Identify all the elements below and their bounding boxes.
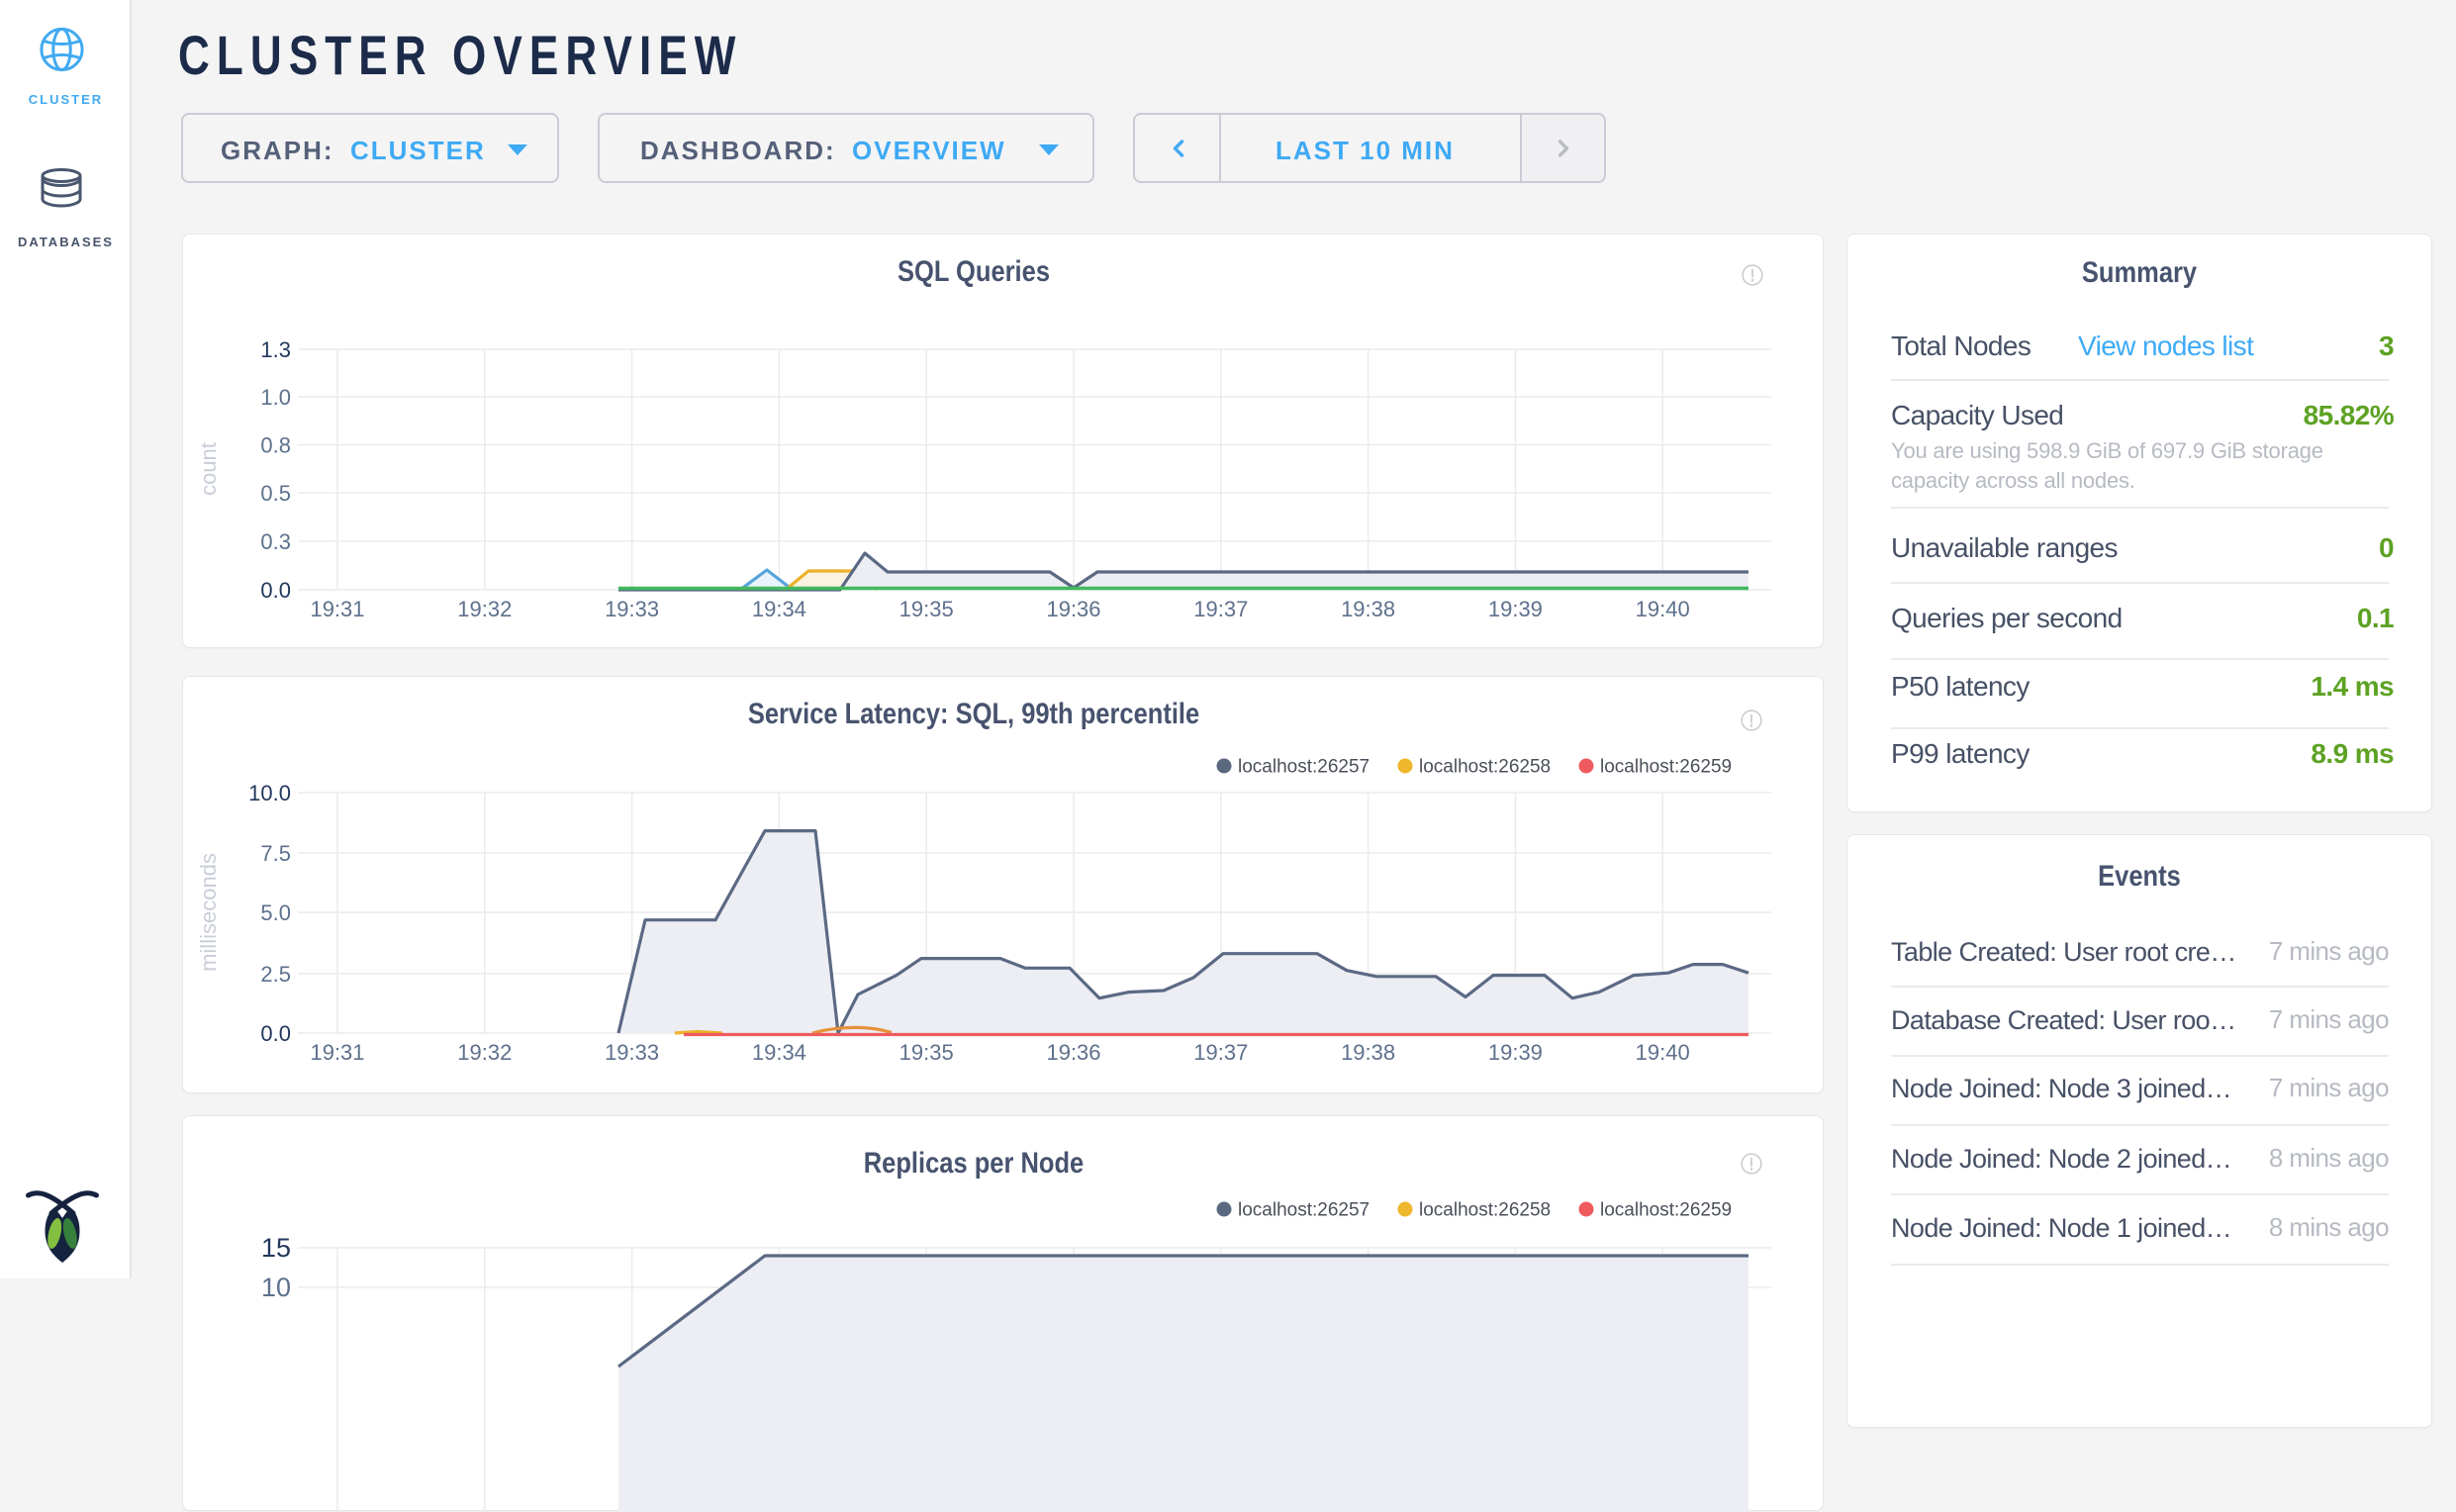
svg-text:localhost:26258: localhost:26258 <box>1419 1200 1551 1221</box>
svg-text:19:38: 19:38 <box>1341 1040 1395 1065</box>
svg-text:19:33: 19:33 <box>605 597 659 621</box>
svg-text:localhost:26259: localhost:26259 <box>1600 757 1732 778</box>
svg-text:0.3: 0.3 <box>260 529 291 554</box>
svg-text:19:36: 19:36 <box>1046 1040 1100 1065</box>
svg-text:19:34: 19:34 <box>752 597 806 621</box>
svg-text:localhost:26259: localhost:26259 <box>1600 1200 1732 1221</box>
svg-text:19:40: 19:40 <box>1636 1040 1690 1065</box>
svg-text:count: count <box>196 442 221 496</box>
svg-text:19:34: 19:34 <box>752 1040 806 1065</box>
svg-text:localhost:26258: localhost:26258 <box>1419 757 1551 778</box>
svg-text:10: 10 <box>261 1273 291 1302</box>
svg-text:19:31: 19:31 <box>310 597 364 621</box>
svg-text:localhost:26257: localhost:26257 <box>1238 757 1370 778</box>
svg-text:10.0: 10.0 <box>248 781 291 805</box>
svg-text:19:35: 19:35 <box>899 597 954 621</box>
svg-text:19:40: 19:40 <box>1636 597 1690 621</box>
svg-text:0.0: 0.0 <box>260 1021 291 1046</box>
svg-text:7.5: 7.5 <box>260 841 291 866</box>
svg-text:19:38: 19:38 <box>1341 597 1395 621</box>
svg-text:0.5: 0.5 <box>260 481 291 506</box>
svg-text:localhost:26257: localhost:26257 <box>1238 1200 1370 1221</box>
svg-text:milliseconds: milliseconds <box>196 853 221 972</box>
svg-text:19:32: 19:32 <box>457 1040 512 1065</box>
svg-text:19:31: 19:31 <box>310 1040 364 1065</box>
svg-text:19:35: 19:35 <box>899 1040 954 1065</box>
svg-text:19:39: 19:39 <box>1488 1040 1543 1065</box>
svg-text:2.5: 2.5 <box>260 962 291 987</box>
svg-text:19:37: 19:37 <box>1193 1040 1248 1065</box>
svg-text:5.0: 5.0 <box>260 900 291 925</box>
svg-text:19:37: 19:37 <box>1193 597 1248 621</box>
svg-text:19:36: 19:36 <box>1046 597 1100 621</box>
svg-text:0.8: 0.8 <box>260 433 291 458</box>
svg-text:19:33: 19:33 <box>605 1040 659 1065</box>
svg-text:0.0: 0.0 <box>260 578 291 603</box>
svg-text:1.0: 1.0 <box>260 385 291 410</box>
svg-text:19:39: 19:39 <box>1488 597 1543 621</box>
svg-text:19:32: 19:32 <box>457 597 512 621</box>
svg-text:15: 15 <box>261 1233 291 1263</box>
svg-text:1.3: 1.3 <box>260 337 291 362</box>
